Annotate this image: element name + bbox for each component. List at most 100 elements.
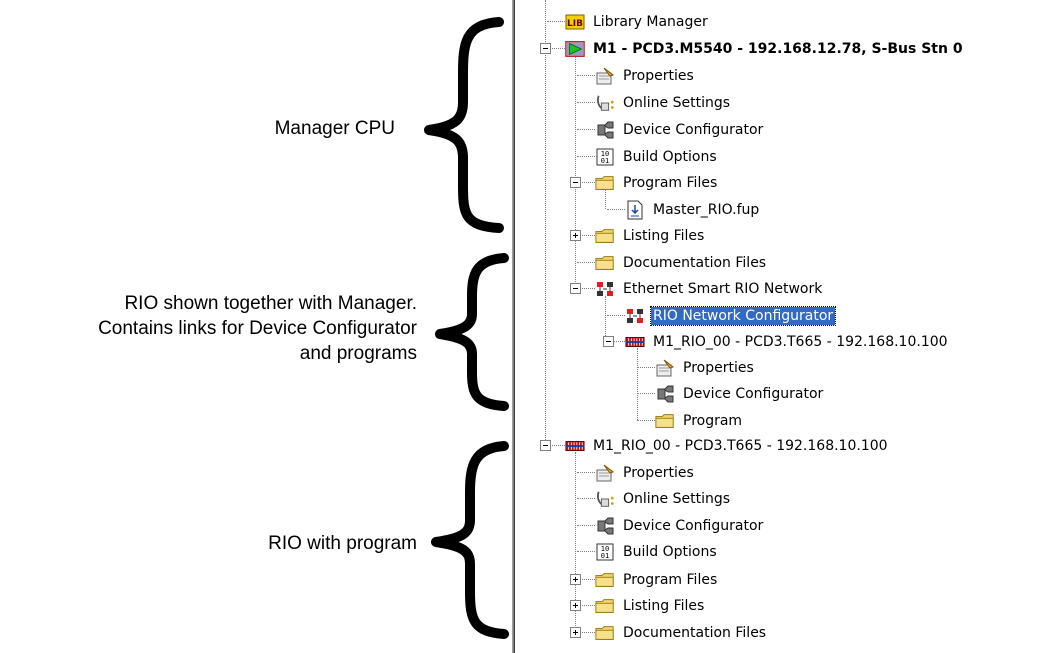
brace-manager [424,17,504,233]
tree-node-rio-documentation-files[interactable]: Documentation Files [595,619,768,646]
tree-node-label: Build Options [623,148,717,165]
tree-node-rio-listing-files[interactable]: Listing Files [595,592,706,619]
expand-plus-icon[interactable] [570,574,581,585]
folder-icon [595,623,615,643]
tree-connector [577,102,595,103]
tree-node-rio-linked-device-configurator[interactable]: Device Configurator [655,380,825,407]
device-configurator-icon [655,384,675,404]
tree-node-label: Documentation Files [623,624,767,641]
tree-node-label: Master_RIO.fup [653,201,760,218]
tree-node-label: Listing Files [623,227,705,244]
network-icon [595,279,615,299]
folder-icon [595,253,615,273]
collapse-minus-icon[interactable] [570,283,581,294]
tree-node-rio-program-files[interactable]: Program Files [595,566,719,593]
collapse-minus-icon[interactable] [540,43,551,54]
svg-text:LIB: LIB [567,19,583,29]
tree-connector [547,21,565,22]
folder-icon [655,411,675,431]
tree-node-rio-properties[interactable]: Properties [595,459,696,486]
build-options-icon: 10 01 [595,542,615,562]
annotation-line: and programs [299,343,417,364]
tree-node-label: M1 - PCD3.M5540 - 192.168.12.78, S-Bus S… [593,40,963,57]
tree-node-label: Documentation Files [623,254,767,271]
tree-node-label: Online Settings [623,94,731,111]
tree-node-m1-documentation-files[interactable]: Documentation Files [595,249,768,276]
online-settings-icon [595,93,615,113]
tree-connector [637,393,655,394]
tree-connector [577,262,595,263]
tree-node-rio-linked-properties[interactable]: Properties [655,354,756,381]
expand-plus-icon[interactable] [570,627,581,638]
tree-node-label: Library Manager [593,13,708,30]
svg-text:01: 01 [601,157,609,165]
tree-connector [577,472,595,473]
tree-node-label: Device Configurator [623,517,764,534]
tree-connector [577,525,595,526]
tree-node-master-rio-fup[interactable]: Master_RIO.fup [625,196,761,223]
tree-connector [577,129,595,130]
rio-module-icon [565,436,585,456]
annotation-line: RIO shown together with Manager. [124,293,417,314]
annotation-rio-with-manager: RIO shown together with Manager. Contain… [98,291,417,366]
folder-icon [595,226,615,246]
tree-connector [575,48,576,290]
annotation-line: RIO with program [268,533,417,554]
tree-node-rio-build-options[interactable]: 10 01 Build Options [595,538,719,565]
collapse-minus-icon[interactable] [570,177,581,188]
collapse-minus-icon[interactable] [603,336,614,347]
annotation-line: Manager CPU [274,118,395,139]
collapse-minus-icon[interactable] [540,440,551,451]
tree-node-label: Device Configurator [683,385,824,402]
tree-connector [607,209,625,210]
properties-icon [595,463,615,483]
tree-node-rio-network-configurator[interactable]: RIO Network Configurator [625,302,837,329]
network-icon [625,306,645,326]
annotation-manager-cpu: Manager CPU [275,116,395,141]
annotation-rio-with-program: RIO with program [268,531,417,556]
tree-node-label: Online Settings [623,490,731,507]
tree-panel-border [512,0,515,653]
tree-node-m1-device-configurator[interactable]: Device Configurator [595,116,765,143]
properties-icon [655,358,675,378]
tree-connector [607,315,625,316]
tree-node-label: Program Files [623,174,718,191]
lib-icon: LIB [565,12,585,32]
properties-icon [595,66,615,86]
tree-node-label: Build Options [623,543,717,560]
brace-rio-linked [435,253,509,411]
tree-node-library-manager[interactable]: LIB Library Manager [565,8,710,35]
device-configurator-icon [595,516,615,536]
tree-node-label: M1_RIO_00 - PCD3.T665 - 192.168.10.100 [593,437,888,454]
tree-node-label: Properties [623,67,694,84]
tree-node-m1-build-options[interactable]: 10 01 Build Options [595,143,719,170]
online-settings-icon [595,489,615,509]
folder-icon [595,596,615,616]
expand-plus-icon[interactable] [570,600,581,611]
tree-node-label: Listing Files [623,597,705,614]
tree-node-rio-device-configurator[interactable]: Device Configurator [595,512,765,539]
brace-rio-program [431,441,509,639]
tree-node-m1-rio-00[interactable]: M1_RIO_00 - PCD3.T665 - 192.168.10.100 [565,432,890,459]
tree-node-ethernet-smart-rio-network[interactable]: Ethernet Smart RIO Network [595,275,824,302]
rio-module-icon [625,332,645,352]
expand-plus-icon[interactable] [570,230,581,241]
tree-node-rio-linked-program[interactable]: Program [655,407,744,434]
tree-node-m1-online-settings[interactable]: Online Settings [595,89,732,116]
tree-node-label: M1_RIO_00 - PCD3.T665 - 192.168.10.100 [653,333,948,350]
tree-node-label: RIO Network Configurator [649,305,837,326]
tree-node-m1-listing-files[interactable]: Listing Files [595,222,706,249]
tree-connector [637,367,655,368]
tree-node-m1-rio-00-linked[interactable]: M1_RIO_00 - PCD3.T665 - 192.168.10.100 [625,328,950,355]
build-options-icon: 10 01 [595,147,615,167]
tree-node-label: Program [683,412,743,429]
tree-node-m1-program-files[interactable]: Program Files [595,169,719,196]
folder-icon [595,173,615,193]
tree-node-m1-properties[interactable]: Properties [595,62,696,89]
tree-node-m1-cpu[interactable]: M1 - PCD3.M5540 - 192.168.12.78, S-Bus S… [565,35,965,62]
tree-connector [545,0,546,446]
svg-text:01: 01 [601,552,609,560]
cpu-play-icon [565,39,585,59]
tree-node-label: Program Files [623,571,718,588]
tree-node-rio-online-settings[interactable]: Online Settings [595,485,732,512]
